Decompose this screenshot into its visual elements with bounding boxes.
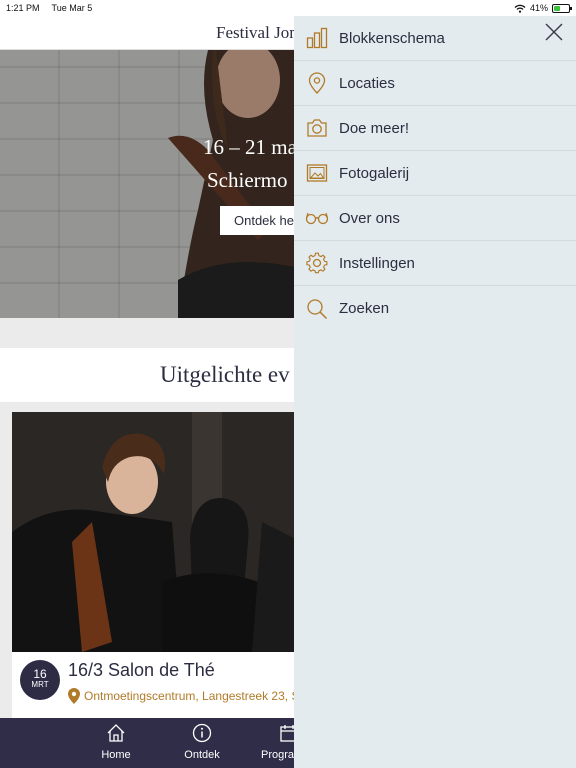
drawer-item-doe-meer[interactable]: Doe meer!: [294, 106, 576, 151]
drawer-item-label: Over ons: [339, 209, 400, 227]
date-day: 16: [33, 667, 47, 681]
drawer-item-label: Blokkenschema: [339, 29, 445, 47]
tab-ontdek-label: Ontdek: [184, 749, 220, 761]
hero-place: Schiermo: [207, 168, 288, 192]
drawer-item-blokkenschema[interactable]: Blokkenschema: [294, 16, 576, 61]
drawer-item-label: Zoeken: [339, 300, 390, 317]
app-title: Festival Jon: [216, 23, 298, 42]
drawer-item-zoeken[interactable]: Zoeken: [294, 286, 576, 331]
location-pin-icon: [68, 688, 80, 704]
event-location-text: Ontmoetingscentrum, Langestreek 23, Sc: [84, 689, 306, 703]
hero-dates: 16 – 21 ma: [203, 135, 297, 159]
event-card[interactable]: 16 MRT 16/3 Salon de Thé Ontmoetingscent…: [12, 412, 312, 718]
drawer-item-label: Locaties: [339, 74, 395, 92]
date-month: MRT: [31, 680, 49, 689]
side-drawer: Blokkenschema Locaties Doe meer! Fotogal…: [294, 16, 576, 768]
bar-chart-icon: [305, 26, 329, 50]
status-time: 1:21 PM: [6, 3, 40, 13]
tab-home-label: Home: [101, 749, 131, 761]
date-badge: 16 MRT: [20, 660, 60, 700]
status-date: Tue Mar 5: [51, 3, 93, 13]
event-photo: [12, 412, 312, 652]
wifi-icon: [514, 4, 526, 13]
tab-home[interactable]: Home: [76, 718, 156, 768]
event-title: 16/3 Salon de Thé: [68, 660, 215, 680]
image-icon: [305, 161, 329, 185]
drawer-item-label: Doe meer!: [339, 119, 410, 137]
status-bar: 1:21 PM Tue Mar 5 41%: [0, 0, 576, 16]
drawer-item-over-ons[interactable]: Over ons: [294, 196, 576, 241]
event-location: Ontmoetingscentrum, Langestreek 23, Sc: [68, 688, 305, 704]
gear-icon: [305, 251, 329, 275]
info-icon: [192, 723, 212, 743]
drawer-item-label: Instellingen: [339, 254, 415, 272]
featured-heading: Uitgelichte ev: [160, 362, 290, 387]
drawer-item-locaties[interactable]: Locaties: [294, 61, 576, 106]
battery-percent: 41%: [529, 3, 548, 13]
battery-icon: [552, 3, 572, 13]
home-icon: [107, 724, 125, 742]
glasses-icon: [305, 206, 329, 230]
close-drawer-button[interactable]: [542, 20, 566, 44]
drawer-item-instellingen[interactable]: Instellingen: [294, 241, 576, 286]
drawer-item-fotogalerij[interactable]: Fotogalerij: [294, 151, 576, 196]
search-icon: [305, 297, 329, 321]
close-icon: [545, 23, 563, 41]
drawer-item-label: Fotogalerij: [339, 164, 410, 182]
camera-icon: [305, 116, 329, 140]
tab-ontdek[interactable]: Ontdek: [162, 718, 242, 768]
map-pin-icon: [305, 71, 329, 95]
